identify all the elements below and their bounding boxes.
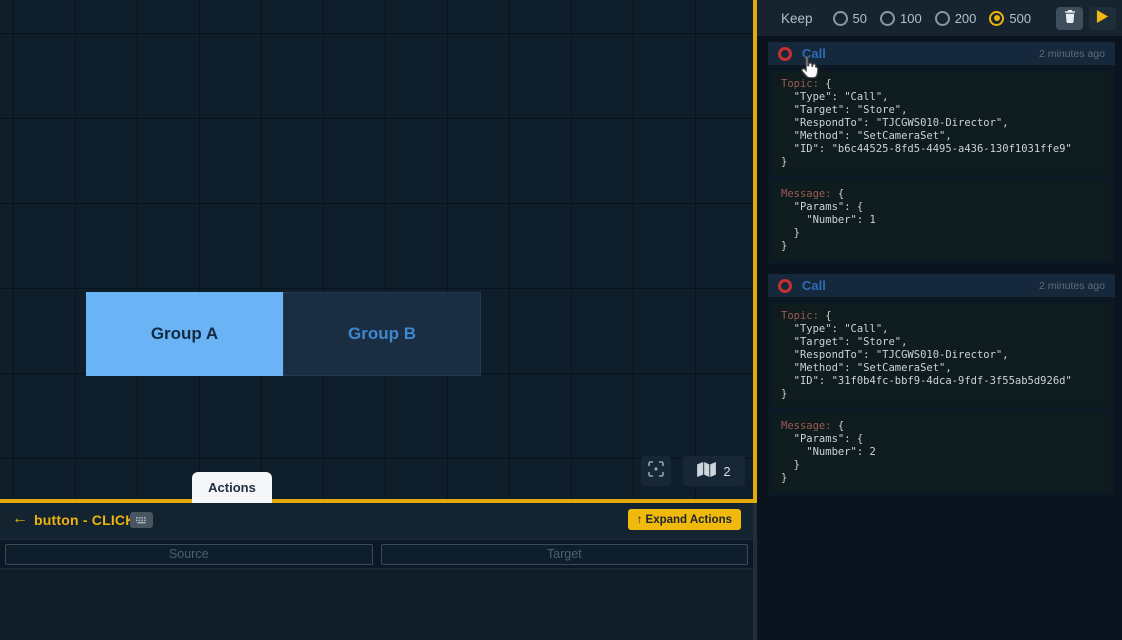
- keep-label: Keep: [781, 11, 813, 26]
- call-status-icon: [778, 279, 792, 293]
- viewport-border-right: [753, 0, 757, 503]
- message-log-panel: Keep 50 100 200 500: [757, 0, 1122, 640]
- actions-panel: ← button - CLICK ↑ Expand Actions: [0, 503, 753, 640]
- timestamp: 2 minutes ago: [1039, 48, 1105, 60]
- play-icon: [1096, 9, 1109, 27]
- group-b-button[interactable]: Group B: [283, 292, 481, 376]
- radio-icon[interactable]: [833, 11, 848, 26]
- actions-tab[interactable]: Actions: [192, 472, 272, 503]
- keyboard-icon: [130, 512, 153, 528]
- keep-option-200[interactable]: 200: [935, 11, 977, 26]
- call-link[interactable]: Call: [802, 278, 826, 293]
- map-icon: [697, 462, 716, 480]
- radio-icon[interactable]: [989, 11, 1004, 26]
- call-status-icon: [778, 47, 792, 61]
- app-root: Group A Group B 2 Actio: [0, 0, 1122, 640]
- group-a-button[interactable]: Group A: [86, 292, 283, 376]
- source-target-row: [0, 539, 753, 569]
- log-entry: Call 2 minutes ago Topic: { "Type": "Cal…: [768, 42, 1115, 264]
- log-entries: Call 2 minutes ago Topic: { "Type": "Cal…: [768, 42, 1115, 506]
- minimap-count: 2: [723, 464, 730, 479]
- stage-canvas[interactable]: Group A Group B 2: [0, 0, 753, 499]
- trash-icon: [1064, 10, 1076, 26]
- fit-to-screen-icon: [648, 461, 664, 482]
- call-link[interactable]: Call: [802, 46, 826, 61]
- timestamp: 2 minutes ago: [1039, 280, 1105, 292]
- back-arrow-icon[interactable]: ←: [12, 510, 28, 528]
- source-input[interactable]: [5, 544, 373, 565]
- log-entry: Call 2 minutes ago Topic: { "Type": "Cal…: [768, 274, 1115, 496]
- play-button[interactable]: [1089, 7, 1116, 30]
- keep-option-100[interactable]: 100: [880, 11, 922, 26]
- radio-icon[interactable]: [880, 11, 895, 26]
- message-code-block: Message: { "Params": { "Number": 2 } }: [772, 414, 1111, 491]
- keep-option-50[interactable]: 50: [833, 11, 867, 26]
- target-input[interactable]: [381, 544, 749, 565]
- message-code-block: Message: { "Params": { "Number": 1 } }: [772, 182, 1111, 259]
- action-title: button - CLICK: [34, 512, 136, 528]
- topic-code-block: Topic: { "Type": "Call", "Target": "Stor…: [772, 304, 1111, 407]
- topic-code-block: Topic: { "Type": "Call", "Target": "Stor…: [772, 72, 1111, 175]
- log-entry-header[interactable]: Call 2 minutes ago: [768, 42, 1115, 65]
- expand-actions-button[interactable]: ↑ Expand Actions: [628, 509, 741, 530]
- log-entry-header[interactable]: Call 2 minutes ago: [768, 274, 1115, 297]
- keep-option-500[interactable]: 500: [989, 11, 1031, 26]
- fit-to-screen-button[interactable]: [641, 456, 671, 486]
- minimap-button[interactable]: 2: [683, 456, 745, 486]
- actions-panel-header: ← button - CLICK ↑ Expand Actions: [0, 503, 753, 537]
- log-toolbar: Keep 50 100 200 500: [757, 0, 1122, 36]
- radio-icon[interactable]: [935, 11, 950, 26]
- clear-log-button[interactable]: [1056, 7, 1083, 30]
- actions-panel-body: [0, 570, 753, 640]
- viewport-border-bottom: [0, 499, 757, 503]
